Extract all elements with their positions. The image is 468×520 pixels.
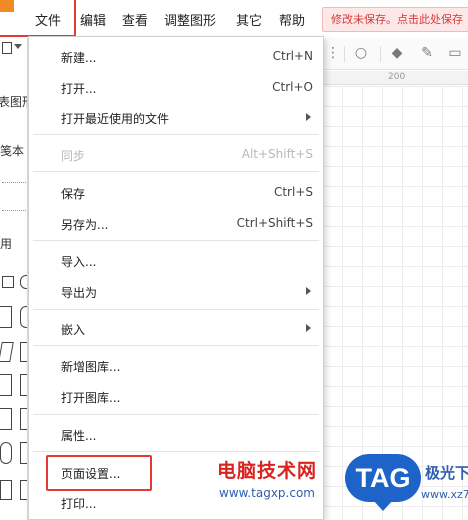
watermark-side-url: www.xz7.com [421,488,468,501]
trapezoid-shape-icon[interactable] [20,480,27,500]
square-shape-icon[interactable] [2,276,14,288]
triangle-shape-icon[interactable] [0,480,12,500]
menu-item-shortcut: Alt+Shift+S [241,147,313,161]
sidebar-section-label: 表图形 [0,95,27,109]
menu-edit[interactable]: 编辑 [80,10,106,29]
shadow-icon[interactable]: ▭ [446,44,464,62]
panel-icon[interactable] [2,42,12,54]
fill-color-icon[interactable]: ◆ [388,44,406,62]
menu-help[interactable]: 帮助 [279,10,305,29]
circle-shape-icon[interactable] [20,275,27,289]
menu-divider [33,345,319,346]
menu-item-label: 另存为... [61,218,109,232]
ellipse-shape-icon[interactable] [20,306,27,328]
format-toolbar: ⋮ ○ ◆ ✎ ▭ [322,38,468,70]
menu-divider [33,414,319,415]
watermark-side-text: 极光下载站 [425,464,468,482]
menu-item-label: 新增图库... [61,360,121,374]
toolbar-divider [344,46,345,62]
menu-item-new[interactable]: 新建... Ctrl+N [29,41,323,71]
watermark-url: www.tagxp.com [219,486,315,500]
menu-divider [33,134,319,135]
sidebar-divider [2,182,26,183]
menu-item-open-recent[interactable]: 打开最近使用的文件 [29,102,323,132]
cube-shape-icon[interactable] [20,374,27,396]
menu-item-label: 嵌入 [61,323,86,337]
menu-item-label: 打开最近使用的文件 [61,112,170,126]
site-watermark: 电脑技术网 www.tagxp.com TAG 极光下载站 www.xz7.co… [215,452,468,520]
menu-divider [33,309,319,310]
menu-item-label: 打开... [61,82,97,96]
menu-item-save-as[interactable]: 另存为... Ctrl+Shift+S [29,208,323,238]
unsaved-changes-banner[interactable]: 修改未保存。点击此处保存 [322,7,468,32]
square-shape-icon[interactable] [20,442,27,464]
submenu-arrow-icon [306,287,311,295]
sidebar-divider [2,210,26,211]
menu-view[interactable]: 查看 [122,10,148,29]
menu-item-shortcut: Ctrl+S [273,185,313,199]
cylinder-shape-icon[interactable] [0,374,12,396]
menu-item-sync: 同步 Alt+Shift+S [29,139,323,169]
ruler-tick-label: 200 [388,72,406,82]
submenu-arrow-icon [306,324,311,332]
menu-item-label: 导入... [61,255,97,269]
chevron-down-icon[interactable] [14,44,22,49]
menu-item-label: 打印... [61,497,97,511]
menu-item-shortcut: Ctrl+Shift+S [236,216,313,230]
submenu-arrow-icon [306,113,311,121]
menu-item-properties[interactable]: 属性... [29,419,323,449]
watermark-title: 电脑技术网 [217,460,318,482]
menu-item-shortcut: Ctrl+N [272,49,313,63]
toolbar-divider [380,46,381,62]
hexagon-shape-icon[interactable] [0,342,14,362]
menu-item-embed[interactable]: 嵌入 [29,313,323,343]
file-menu-dropdown: 新建... Ctrl+N 打开... Ctrl+O 打开最近使用的文件 同步 A… [28,36,324,520]
rectangle-shape-icon[interactable] [0,306,12,328]
menu-item-save[interactable]: 保存 Ctrl+S [29,177,323,207]
menu-item-label: 打开图库... [61,391,121,405]
tag-badge-logo: TAG [345,454,421,502]
menu-item-import[interactable]: 导入... [29,245,323,275]
menu-item-open[interactable]: 打开... Ctrl+O [29,72,323,102]
horizontal-ruler: 200 [322,71,468,85]
sidebar-section-label[interactable]: 笺本 [0,142,24,159]
document-shape-icon[interactable] [0,408,12,430]
app-window: ⋮ ○ ◆ ✎ ▭ 200 表图形 笺本 用 文件 [0,0,468,520]
menu-item-shortcut: Ctrl+O [272,80,313,94]
page-setup-callout-box [46,455,152,491]
menu-arrange[interactable]: 调整图形 [164,10,216,29]
menu-item-label: 同步 [61,149,86,163]
parallelogram-shape-icon[interactable] [20,342,27,362]
menu-item-label: 新建... [61,51,97,65]
menu-item-label: 导出为 [61,286,98,300]
menu-item-open-library[interactable]: 打开图库... [29,381,323,411]
menu-item-label: 属性... [61,429,97,443]
menu-bar: 文件 编辑 查看 调整图形 其它 帮助 修改未保存。点击此处保存 [0,0,468,38]
sidebar-section-label[interactable]: 用 [0,235,12,252]
circle-shape-icon[interactable] [0,442,12,464]
menu-item-export-as[interactable]: 导出为 [29,276,323,306]
menu-file-callout-box [0,0,76,37]
menu-extras[interactable]: 其它 [236,10,262,29]
shape-sidebar: 表图形 笺本 用 [0,38,28,520]
tag-badge-pointer [373,500,393,511]
note-shape-icon[interactable] [20,408,27,430]
menu-item-new-library[interactable]: 新增图库... [29,350,323,380]
menu-divider [33,240,319,241]
circle-icon[interactable]: ○ [352,44,370,62]
line-color-icon[interactable]: ✎ [418,44,436,62]
more-icon[interactable]: ⋮ [324,44,342,62]
menu-divider [33,171,319,172]
menu-item-label: 保存 [61,187,86,201]
